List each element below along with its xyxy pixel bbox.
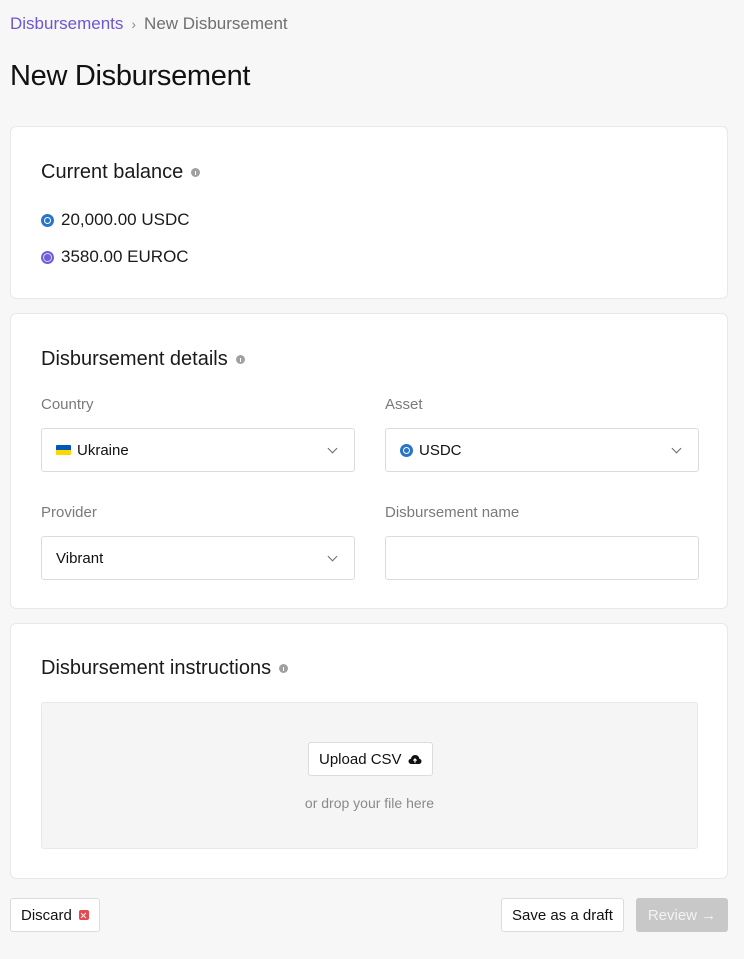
chevron-down-icon <box>327 443 338 454</box>
chevron-down-icon <box>327 551 338 562</box>
breadcrumb-disbursements-link[interactable]: Disbursements <box>10 14 123 34</box>
country-label: Country <box>41 396 94 413</box>
asset-label: Asset <box>385 396 423 413</box>
balance-title-text: Current balance <box>41 161 184 183</box>
disbursement-name-field <box>385 536 699 580</box>
review-button[interactable]: Review → <box>636 898 728 932</box>
disbursement-name-label: Disbursement name <box>385 504 520 521</box>
csv-dropzone[interactable]: Upload CSV or drop your file here <box>41 702 698 849</box>
upload-csv-button[interactable]: Upload CSV <box>308 742 433 776</box>
details-title: Disbursement details <box>41 348 245 371</box>
ukraine-flag-icon <box>56 445 71 455</box>
breadcrumb-current: New Disbursement <box>144 14 288 33</box>
euroc-coin-icon <box>41 250 54 264</box>
breadcrumb-separator: › <box>131 16 137 32</box>
review-label: Review → <box>647 906 717 924</box>
asset-select[interactable]: USDC <box>385 428 699 472</box>
balance-title: Current balance <box>41 161 201 184</box>
country-select[interactable]: Ukraine <box>41 428 355 472</box>
instructions-title-text: Disbursement instructions <box>41 657 272 679</box>
instructions-title: Disbursement instructions <box>41 657 289 680</box>
balance-card: Current balance 20,000.00 USDC 3580.00 E… <box>10 126 728 299</box>
discard-label: Discard <box>21 906 72 924</box>
usdc-coin-icon <box>41 213 54 227</box>
info-icon[interactable] <box>191 168 201 177</box>
chevron-down-icon <box>671 443 682 454</box>
discard-button[interactable]: Discard <box>10 898 100 932</box>
usdc-coin-icon <box>400 443 413 457</box>
instructions-card: Disbursement instructions Upload CSV or … <box>10 623 728 879</box>
info-icon[interactable] <box>279 664 289 673</box>
save-draft-label: Save as a draft <box>512 906 613 924</box>
balance-usdc-row: 20,000.00 USDC <box>41 210 190 230</box>
provider-select[interactable]: Vibrant <box>41 536 355 580</box>
breadcrumb: Disbursements › New Disbursement <box>10 14 288 34</box>
cloud-upload-icon <box>408 754 422 764</box>
details-card: Disbursement details Country Ukraine Ass… <box>10 313 728 609</box>
page-title: New Disbursement <box>10 60 251 92</box>
country-value: Ukraine <box>77 441 129 459</box>
provider-label: Provider <box>41 504 97 521</box>
disbursement-name-input[interactable] <box>400 537 698 579</box>
upload-csv-label: Upload CSV <box>319 750 402 768</box>
balance-usdc-amount: 20,000.00 USDC <box>61 210 190 229</box>
balance-euroc-amount: 3580.00 EUROC <box>61 247 189 266</box>
details-title-text: Disbursement details <box>41 348 228 370</box>
drop-hint: or drop your file here <box>304 795 435 811</box>
close-icon <box>78 910 89 920</box>
asset-value: USDC <box>419 441 462 459</box>
info-icon[interactable] <box>235 355 245 364</box>
save-draft-button[interactable]: Save as a draft <box>501 898 624 932</box>
provider-value: Vibrant <box>56 549 104 567</box>
balance-euroc-row: 3580.00 EUROC <box>41 247 189 267</box>
